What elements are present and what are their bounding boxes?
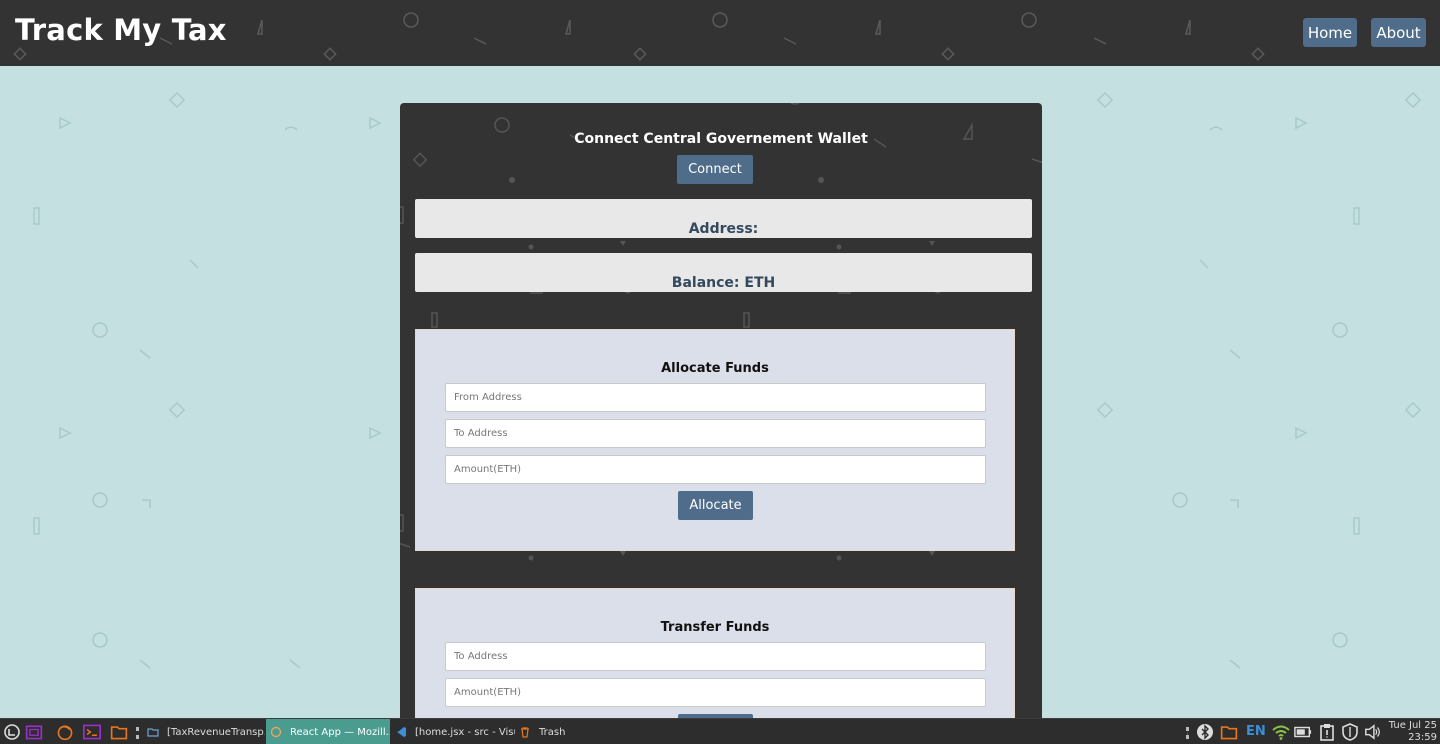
- shield-icon[interactable]: [1341, 723, 1359, 741]
- allocate-funds-card: Allocate Funds Allocate: [415, 329, 1015, 551]
- allocate-amount-input[interactable]: [445, 455, 986, 484]
- taskbar-task-label: React App — Mozill...: [290, 726, 390, 738]
- menu-icon[interactable]: [3, 723, 21, 741]
- keyboard-layout[interactable]: EN: [1246, 724, 1266, 739]
- transfer-funds-title: Transfer Funds: [660, 620, 770, 635]
- taskbar-task-label: [home.jsx - src - Visu...: [415, 726, 515, 738]
- balance-box: Balance: ETH: [415, 253, 1032, 292]
- app-title: Track My Tax: [15, 13, 227, 47]
- folder-icon[interactable]: [1220, 723, 1238, 741]
- folder-icon: [147, 728, 159, 737]
- taskbar-task-browser[interactable]: React App — Mozill...: [266, 719, 390, 744]
- tray-separator: [1186, 727, 1189, 739]
- wifi-icon[interactable]: [1272, 723, 1290, 741]
- allocate-from-address-input[interactable]: [445, 383, 986, 412]
- firefox-icon[interactable]: [56, 723, 74, 741]
- taskbar-separator: [136, 727, 139, 739]
- address-box: Address:: [415, 199, 1032, 238]
- nav-about-button[interactable]: About: [1371, 18, 1426, 47]
- connect-button[interactable]: Connect: [677, 155, 753, 184]
- battery-icon[interactable]: [1294, 723, 1312, 741]
- workspace-icon[interactable]: [25, 723, 43, 741]
- taskbar-task-label: [TaxRevenueTransp...: [167, 726, 265, 738]
- system-clock[interactable]: Tue Jul 25 23:59: [1389, 720, 1437, 744]
- wallet-heading: Connect Central Governement Wallet: [574, 131, 868, 147]
- volume-icon[interactable]: [1364, 723, 1382, 741]
- taskbar-task-trash[interactable]: Trash: [515, 719, 595, 744]
- terminal-icon[interactable]: [83, 723, 101, 741]
- clock-date: Tue Jul 25: [1388, 720, 1437, 731]
- firefox-icon: [270, 726, 282, 738]
- system-taskbar: [TaxRevenueTransp... React App — Mozill.…: [0, 718, 1440, 744]
- taskbar-task-files[interactable]: [TaxRevenueTransp...: [143, 719, 265, 744]
- allocate-funds-title: Allocate Funds: [661, 361, 769, 376]
- allocate-button[interactable]: Allocate: [678, 491, 753, 520]
- wallet-panel: Connect Central Governement Wallet Conne…: [400, 103, 1042, 723]
- balance-label: Balance: ETH: [671, 275, 776, 291]
- address-label: Address:: [688, 221, 759, 237]
- bluetooth-icon[interactable]: [1196, 723, 1214, 741]
- vscode-icon: [397, 727, 406, 737]
- taskbar-task-editor[interactable]: [home.jsx - src - Visu...: [391, 719, 515, 744]
- files-icon[interactable]: [110, 723, 128, 741]
- transfer-amount-input[interactable]: [445, 678, 986, 707]
- allocate-to-address-input[interactable]: [445, 419, 986, 448]
- taskbar-task-label: Trash: [539, 726, 566, 738]
- app-header: Track My Tax Home About: [0, 0, 1440, 66]
- trash-icon: [521, 727, 529, 738]
- transfer-funds-card: Transfer Funds: [415, 588, 1015, 723]
- transfer-to-address-input[interactable]: [445, 642, 986, 671]
- clock-time: 23:59: [1408, 732, 1437, 743]
- clipboard-icon[interactable]: [1318, 723, 1336, 741]
- nav-home-button[interactable]: Home: [1303, 18, 1357, 47]
